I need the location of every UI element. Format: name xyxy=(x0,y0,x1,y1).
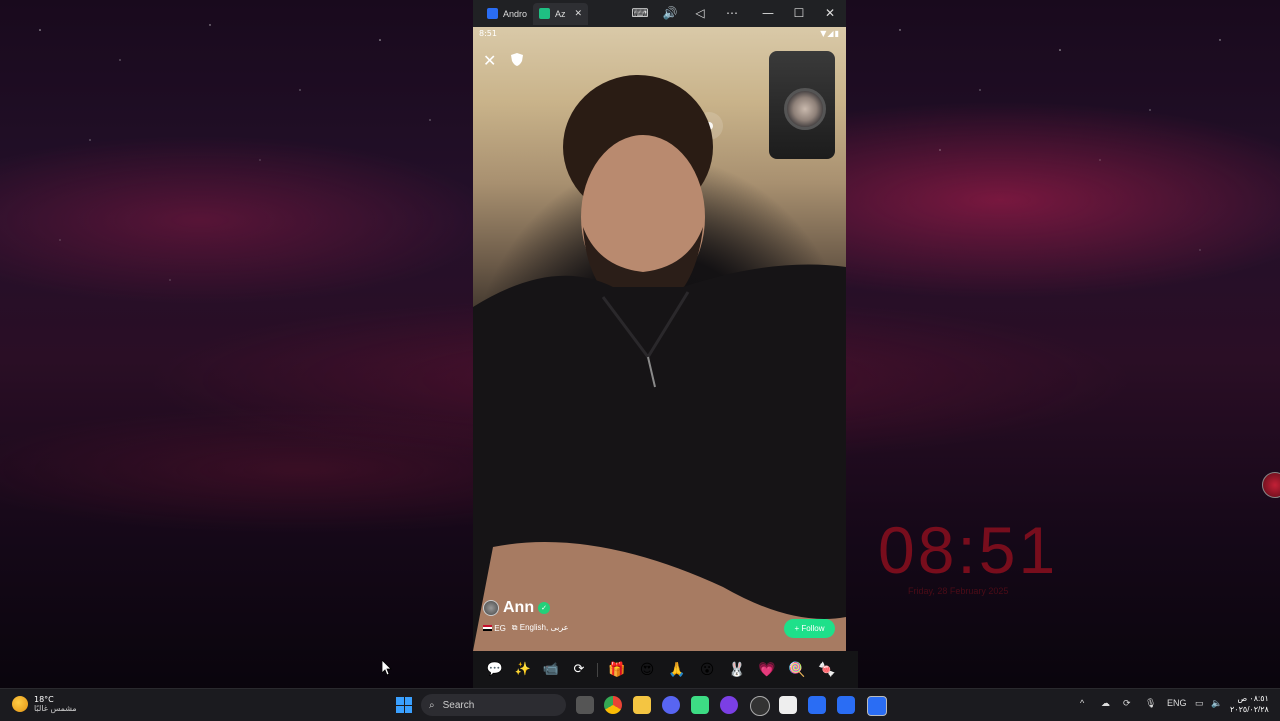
search-placeholder: Search xyxy=(442,699,475,711)
discord-icon[interactable] xyxy=(662,696,680,714)
chat-icon[interactable]: 💬 xyxy=(485,660,505,680)
follow-button[interactable]: + Follow xyxy=(784,619,835,638)
back-icon[interactable]: ◁ xyxy=(690,4,710,22)
search-icon: ⌕ xyxy=(429,699,435,711)
chrome-icon[interactable] xyxy=(604,696,622,714)
status-time: 8:51 xyxy=(479,29,497,38)
magic-wand-icon[interactable]: ✨ xyxy=(513,660,533,680)
tab-azar[interactable]: Az ✕ xyxy=(533,2,589,25)
chevron-up-icon[interactable]: ^ xyxy=(1080,698,1084,708)
gift-item[interactable]: 😍 xyxy=(636,659,658,681)
camera-lens xyxy=(784,88,826,130)
network-icon[interactable]: ▭ xyxy=(1195,698,1204,709)
tab-close-icon[interactable]: ✕ xyxy=(575,8,583,19)
egypt-flag-icon xyxy=(483,624,492,631)
clock-time: ٠٨:٥١ ص xyxy=(1237,694,1269,703)
volume-icon[interactable]: 🔈 xyxy=(1211,698,1222,709)
shield-icon[interactable] xyxy=(511,53,523,66)
purple-app-icon[interactable] xyxy=(720,696,738,714)
gift-item[interactable]: 🐰 xyxy=(726,659,748,681)
gift-item[interactable]: 🙏 xyxy=(666,659,688,681)
divider xyxy=(597,662,598,677)
azar-app-icon xyxy=(539,8,551,19)
settings-icon[interactable] xyxy=(750,696,770,716)
tab-android[interactable]: Andro xyxy=(481,3,533,25)
taskbar-clock[interactable]: ٠٨:٥١ ص ٢٠٢٥/٠٢/٢٨ xyxy=(1230,693,1269,715)
desktop-clock-widget: 08:51 xyxy=(878,513,1059,587)
translate-icon: ⧉ xyxy=(511,623,518,632)
user-country: EG xyxy=(494,623,506,633)
document-icon[interactable] xyxy=(779,696,797,714)
gift-item[interactable]: 🍬 xyxy=(816,659,838,681)
phone-screen: 8:51 ▼◢▮ ✕ Ann ✓ EG ⧉ English, عربى + Fo… xyxy=(473,27,846,651)
call-controls: 💬 ✨ 📹 ⟳ 🎁 😍 🙏 😮 🐰 💗 🍭 🍬 xyxy=(473,651,858,688)
mouse-cursor-icon xyxy=(382,660,392,676)
file-explorer-icon[interactable] xyxy=(633,696,651,714)
taskbar-search[interactable]: ⌕ Search xyxy=(421,694,566,716)
sun-icon xyxy=(12,696,28,712)
emulator-app-icon[interactable] xyxy=(808,696,826,714)
gift-item[interactable]: 🎁 xyxy=(606,659,628,681)
desktop-date-widget: Friday, 28 February 2025 xyxy=(908,586,1009,596)
cloud-icon[interactable]: ☁ xyxy=(1101,698,1110,709)
emulator-window: Andro Az ✕ ⌨ 🔊 ◁ ⋯ — ☐ ✕ 8:51 ▼◢▮ ✕ Ann … xyxy=(473,0,858,688)
weather-temp: 18°C xyxy=(34,695,54,704)
windows-start-icon[interactable] xyxy=(396,697,412,713)
clock-date: ٢٠٢٥/٠٢/٢٨ xyxy=(1230,705,1269,714)
emulator-titlebar: Andro Az ✕ ⌨ 🔊 ◁ ⋯ — ☐ ✕ xyxy=(473,0,846,27)
tab-label: Az xyxy=(555,8,566,19)
weather-widget[interactable]: 18°C مشمس غالبًا xyxy=(12,695,77,713)
close-icon[interactable]: ✕ xyxy=(483,51,496,70)
emulator-app-icon[interactable] xyxy=(837,696,855,714)
user-info: Ann ✓ EG ⧉ English, عربى xyxy=(483,599,569,633)
user-name: Ann xyxy=(503,599,535,616)
close-icon[interactable]: ✕ xyxy=(820,4,840,22)
switch-camera-icon[interactable]: ⟳ xyxy=(569,660,589,680)
maximize-icon[interactable]: ☐ xyxy=(789,4,809,22)
self-camera-preview[interactable] xyxy=(769,51,835,159)
volume-icon[interactable]: 🔊 xyxy=(660,4,680,22)
keyboard-icon[interactable]: ⌨ xyxy=(630,4,650,22)
desktop-gadget-icon[interactable] xyxy=(1262,472,1280,498)
weather-desc: مشمس غالبًا xyxy=(34,704,77,713)
video-camera-icon[interactable]: 📹 xyxy=(541,660,561,680)
user-languages: English, عربى xyxy=(519,623,569,632)
gift-item[interactable]: 💗 xyxy=(756,659,778,681)
verified-badge-icon: ✓ xyxy=(538,602,551,614)
gift-item[interactable]: 🍭 xyxy=(786,659,808,681)
emulator-app-icon[interactable] xyxy=(867,696,887,716)
minimize-icon[interactable]: — xyxy=(758,4,778,22)
gift-item[interactable]: 😮 xyxy=(696,659,718,681)
sync-icon[interactable]: ⟳ xyxy=(1123,698,1131,709)
tab-label: Andro xyxy=(503,8,528,19)
avatar[interactable] xyxy=(483,600,499,616)
status-bar: 8:51 ▼◢▮ xyxy=(473,27,846,41)
status-icons: ▼◢▮ xyxy=(820,29,840,38)
app-logo-icon xyxy=(487,8,498,19)
microphone-icon[interactable]: 🎙 xyxy=(1145,698,1156,709)
windows-taskbar: 18°C مشمس غالبًا ⌕ Search ^ ☁ ⟳ 🎙 ENG ▭ … xyxy=(0,688,1280,721)
more-icon[interactable]: ⋯ xyxy=(722,4,742,22)
android-studio-icon[interactable] xyxy=(691,696,709,714)
language-indicator[interactable]: ENG xyxy=(1167,698,1187,708)
task-view-icon[interactable] xyxy=(576,696,594,714)
